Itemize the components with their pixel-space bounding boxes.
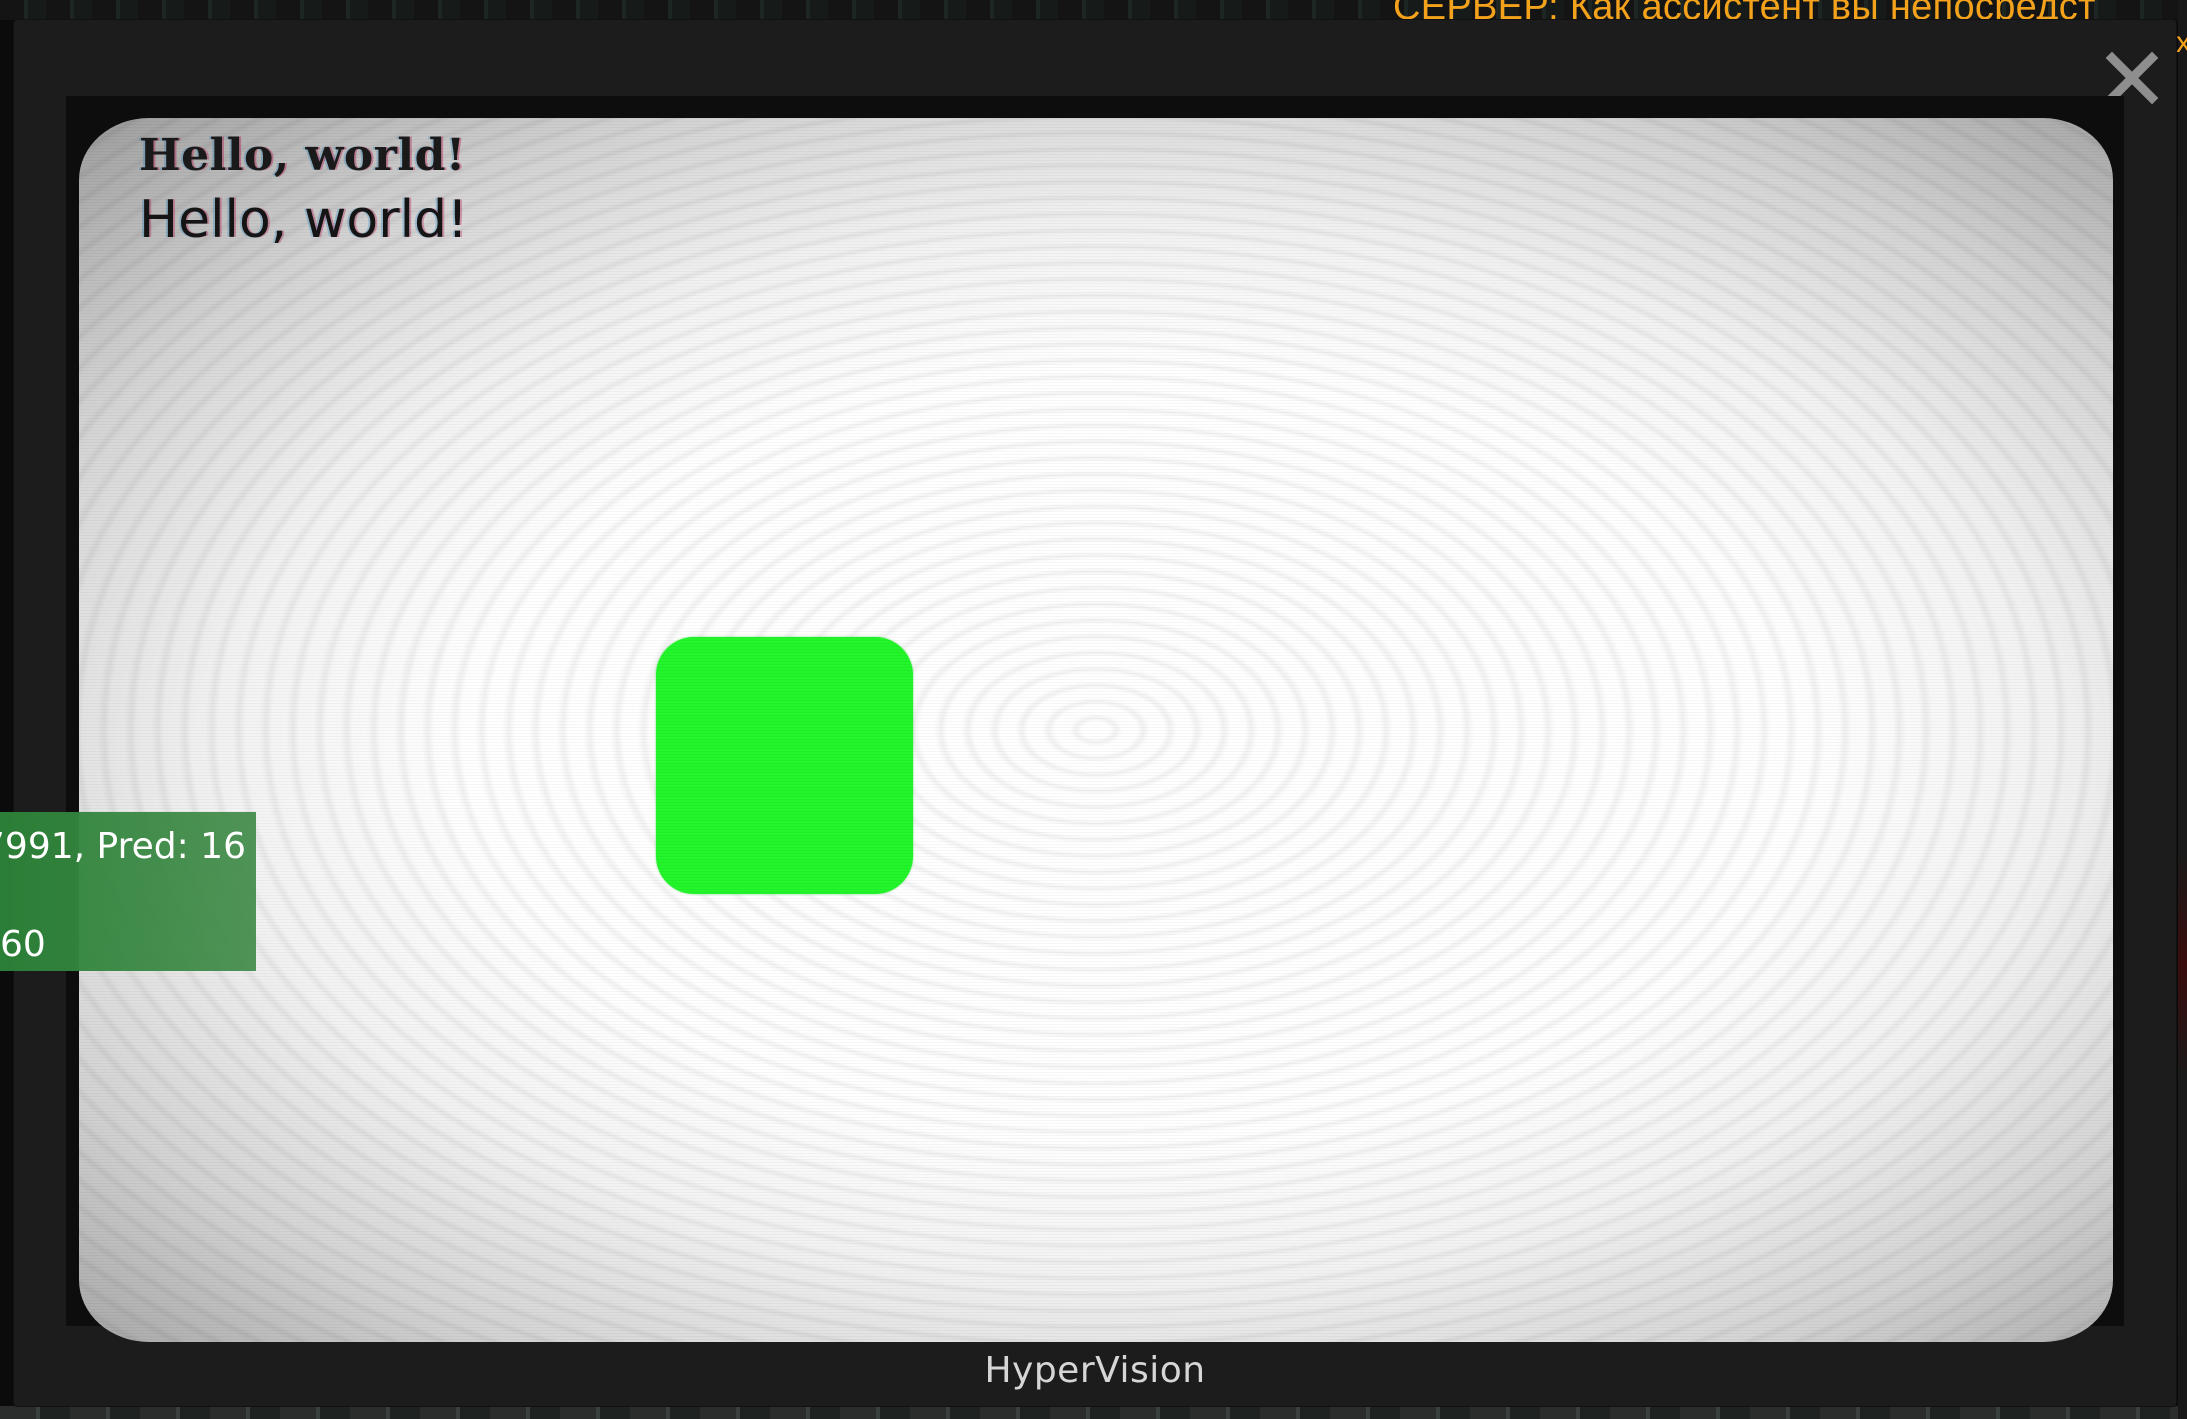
scanline-overlay <box>79 118 2113 1342</box>
debug-overlay: 7991, Pred: 16 60 <box>0 812 256 971</box>
debug-line-1: 7991, Pred: 16 <box>0 826 246 867</box>
hello-world-text: Hello, world! <box>139 190 468 250</box>
crt-screen[interactable]: Hello, world! Hello, world! <box>79 118 2113 1342</box>
monitor-frame: Hello, world! Hello, world! <box>66 96 2124 1342</box>
background-edge <box>2178 0 2187 1419</box>
hypervision-window: Hello, world! Hello, world! HyperVision <box>14 20 2176 1406</box>
background-hotbar-strip <box>0 1406 2187 1419</box>
window-title: HyperVision <box>984 1350 1206 1391</box>
hello-world-gothic-text: Hello, world! <box>139 130 466 181</box>
debug-line-2: 60 <box>0 924 46 965</box>
green-square <box>656 637 913 894</box>
server-chat-message-continued: х <box>2176 26 2187 59</box>
game-screen: СЕРВЕР: Как ассистент вы непосредст х He… <box>0 0 2187 1419</box>
